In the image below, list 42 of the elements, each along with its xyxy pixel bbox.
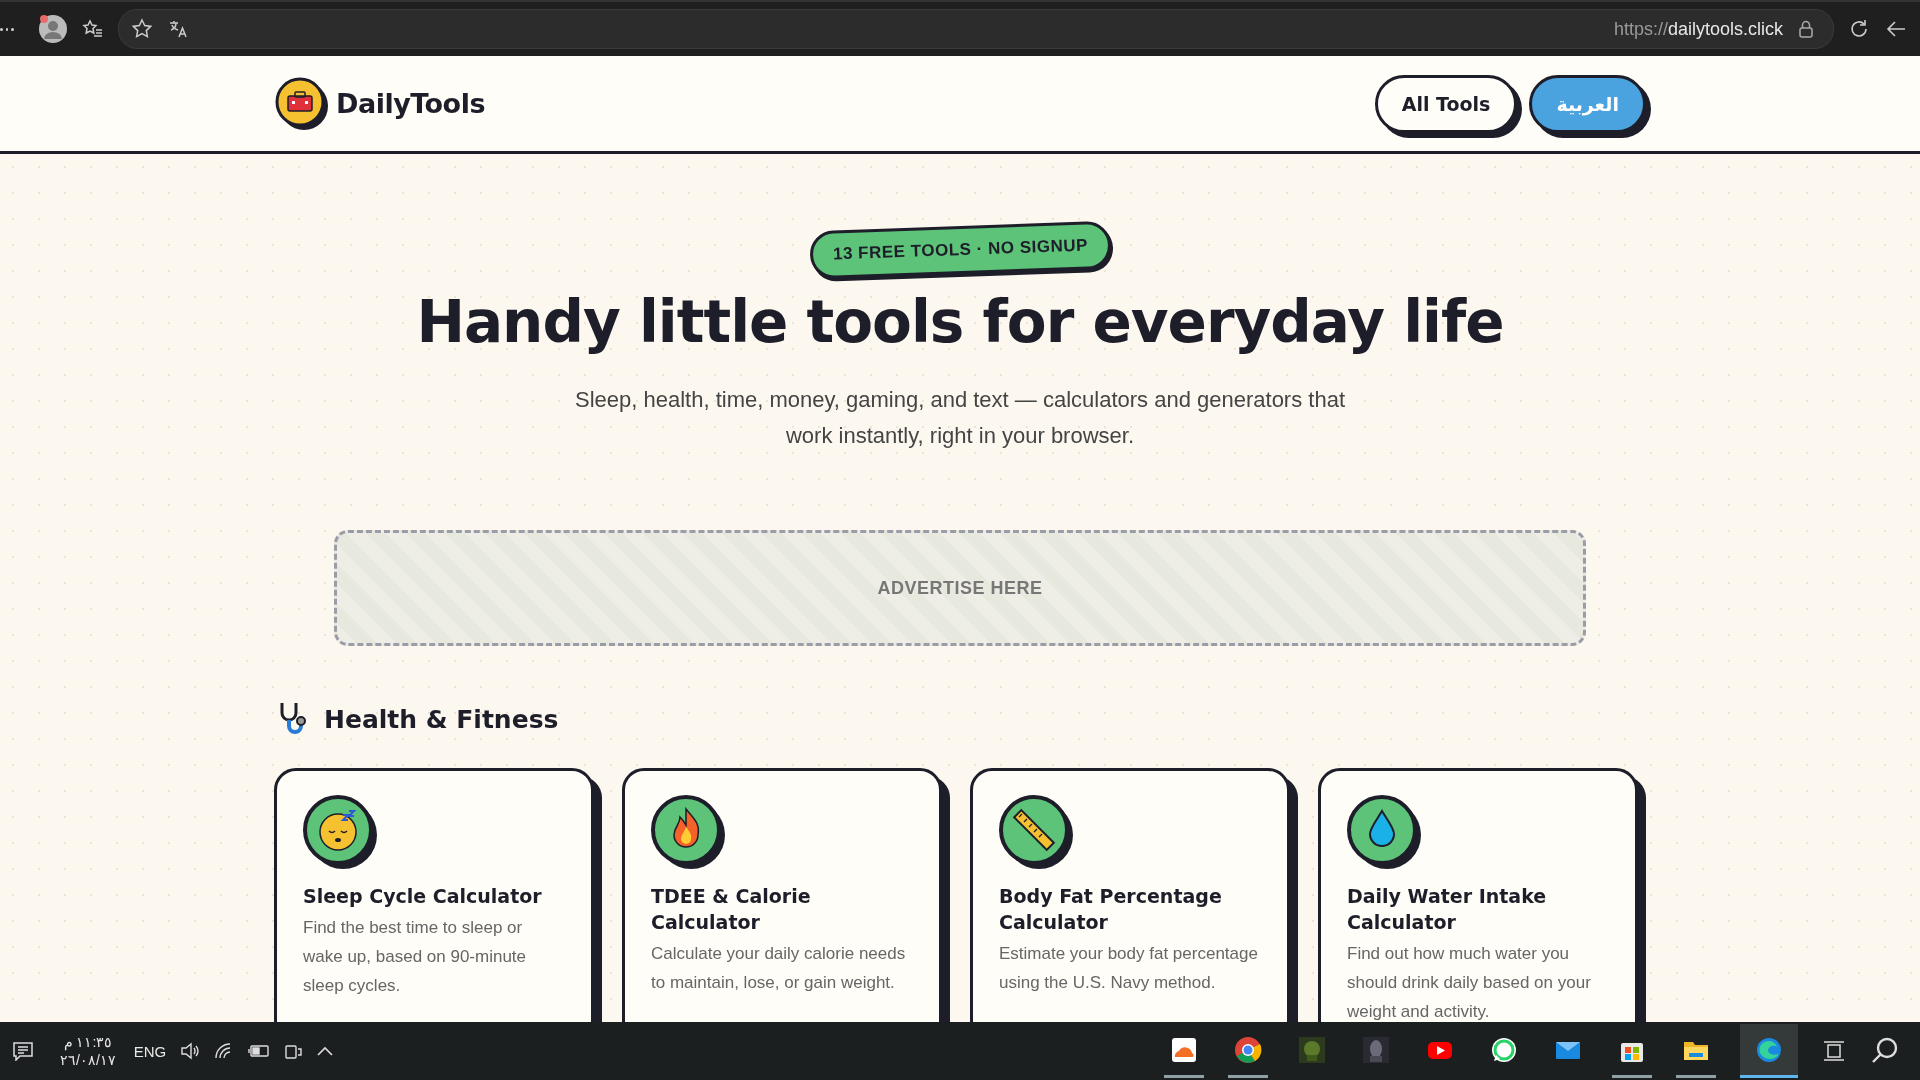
- card-title: Daily Water Intake Calculator: [1347, 884, 1548, 935]
- notification-icon[interactable]: [12, 1041, 34, 1061]
- lock-icon[interactable]: [1797, 19, 1815, 39]
- game-icon: [1297, 1034, 1327, 1065]
- section-title: Health & Fitness: [324, 704, 559, 734]
- card-title: Sleep Cycle Calculator: [303, 884, 543, 909]
- sleeping-face-icon: [303, 795, 379, 871]
- language-indicator[interactable]: ENG: [133, 1042, 167, 1060]
- battery-icon[interactable]: [248, 1043, 271, 1059]
- ruler-icon: [999, 795, 1075, 871]
- caret-up-icon[interactable]: [316, 1044, 335, 1058]
- card-description: Estimate your body fat percentage using the U.S. Navy method.: [999, 943, 1259, 994]
- profile-icon[interactable]: [38, 14, 68, 44]
- toolbox-logo-icon: [274, 75, 330, 132]
- site-logo[interactable]: DailyTools: [336, 88, 485, 119]
- taskbar-app[interactable]: [1740, 1024, 1798, 1078]
- flame-icon: [651, 795, 727, 871]
- address-bar[interactable]: https://dailytools.click: [118, 9, 1834, 49]
- hero-title: Handy little tools for everyday life: [416, 288, 1504, 356]
- card-title: Body Fat Percentage Calculator: [999, 884, 1223, 935]
- card-description: Find the best time to sleep or wake up, based on 90-minute sleep cycles.: [303, 917, 528, 997]
- date-text: ٢٦/٠٨/١٧: [60, 1051, 116, 1069]
- card-description: Find out how much water you should drink daily based on your weight and activity.: [1347, 943, 1592, 1022]
- water-drop-icon: [1347, 795, 1423, 871]
- translate-icon[interactable]: [167, 18, 189, 40]
- tag-badge: 13 FREE TOOLS · NO SIGNUP: [808, 220, 1112, 280]
- game-icon: [1361, 1034, 1391, 1065]
- refresh-icon[interactable]: [1848, 18, 1870, 40]
- speaker-icon[interactable]: [180, 1042, 201, 1060]
- chrome-icon: [1233, 1034, 1263, 1065]
- time-text: ١١:٣٥ م: [63, 1033, 113, 1051]
- hero-subtitle: Sleep, health, time, money, gaming, and text — calculators and generators that work instantly, right in your browser.: [574, 386, 1346, 450]
- favorites-icon[interactable]: [82, 18, 104, 40]
- more-icon[interactable]: [0, 27, 14, 31]
- card-description: Calculate your daily calorie needs to maintain, lose, or gain weight.: [651, 943, 907, 994]
- card-title: TDEE & Calorie Calculator: [651, 884, 812, 935]
- url-text: https://dailytools.click: [1613, 18, 1783, 40]
- star-icon[interactable]: [131, 18, 153, 40]
- clock[interactable]: ١١:٣٥ م ٢٦/٠٨/١٧: [60, 1033, 116, 1069]
- task-view-icon[interactable]: [1822, 1040, 1846, 1062]
- ad-banner[interactable]: ADVERTISE HERE: [334, 530, 1586, 646]
- display-icon[interactable]: [284, 1042, 303, 1060]
